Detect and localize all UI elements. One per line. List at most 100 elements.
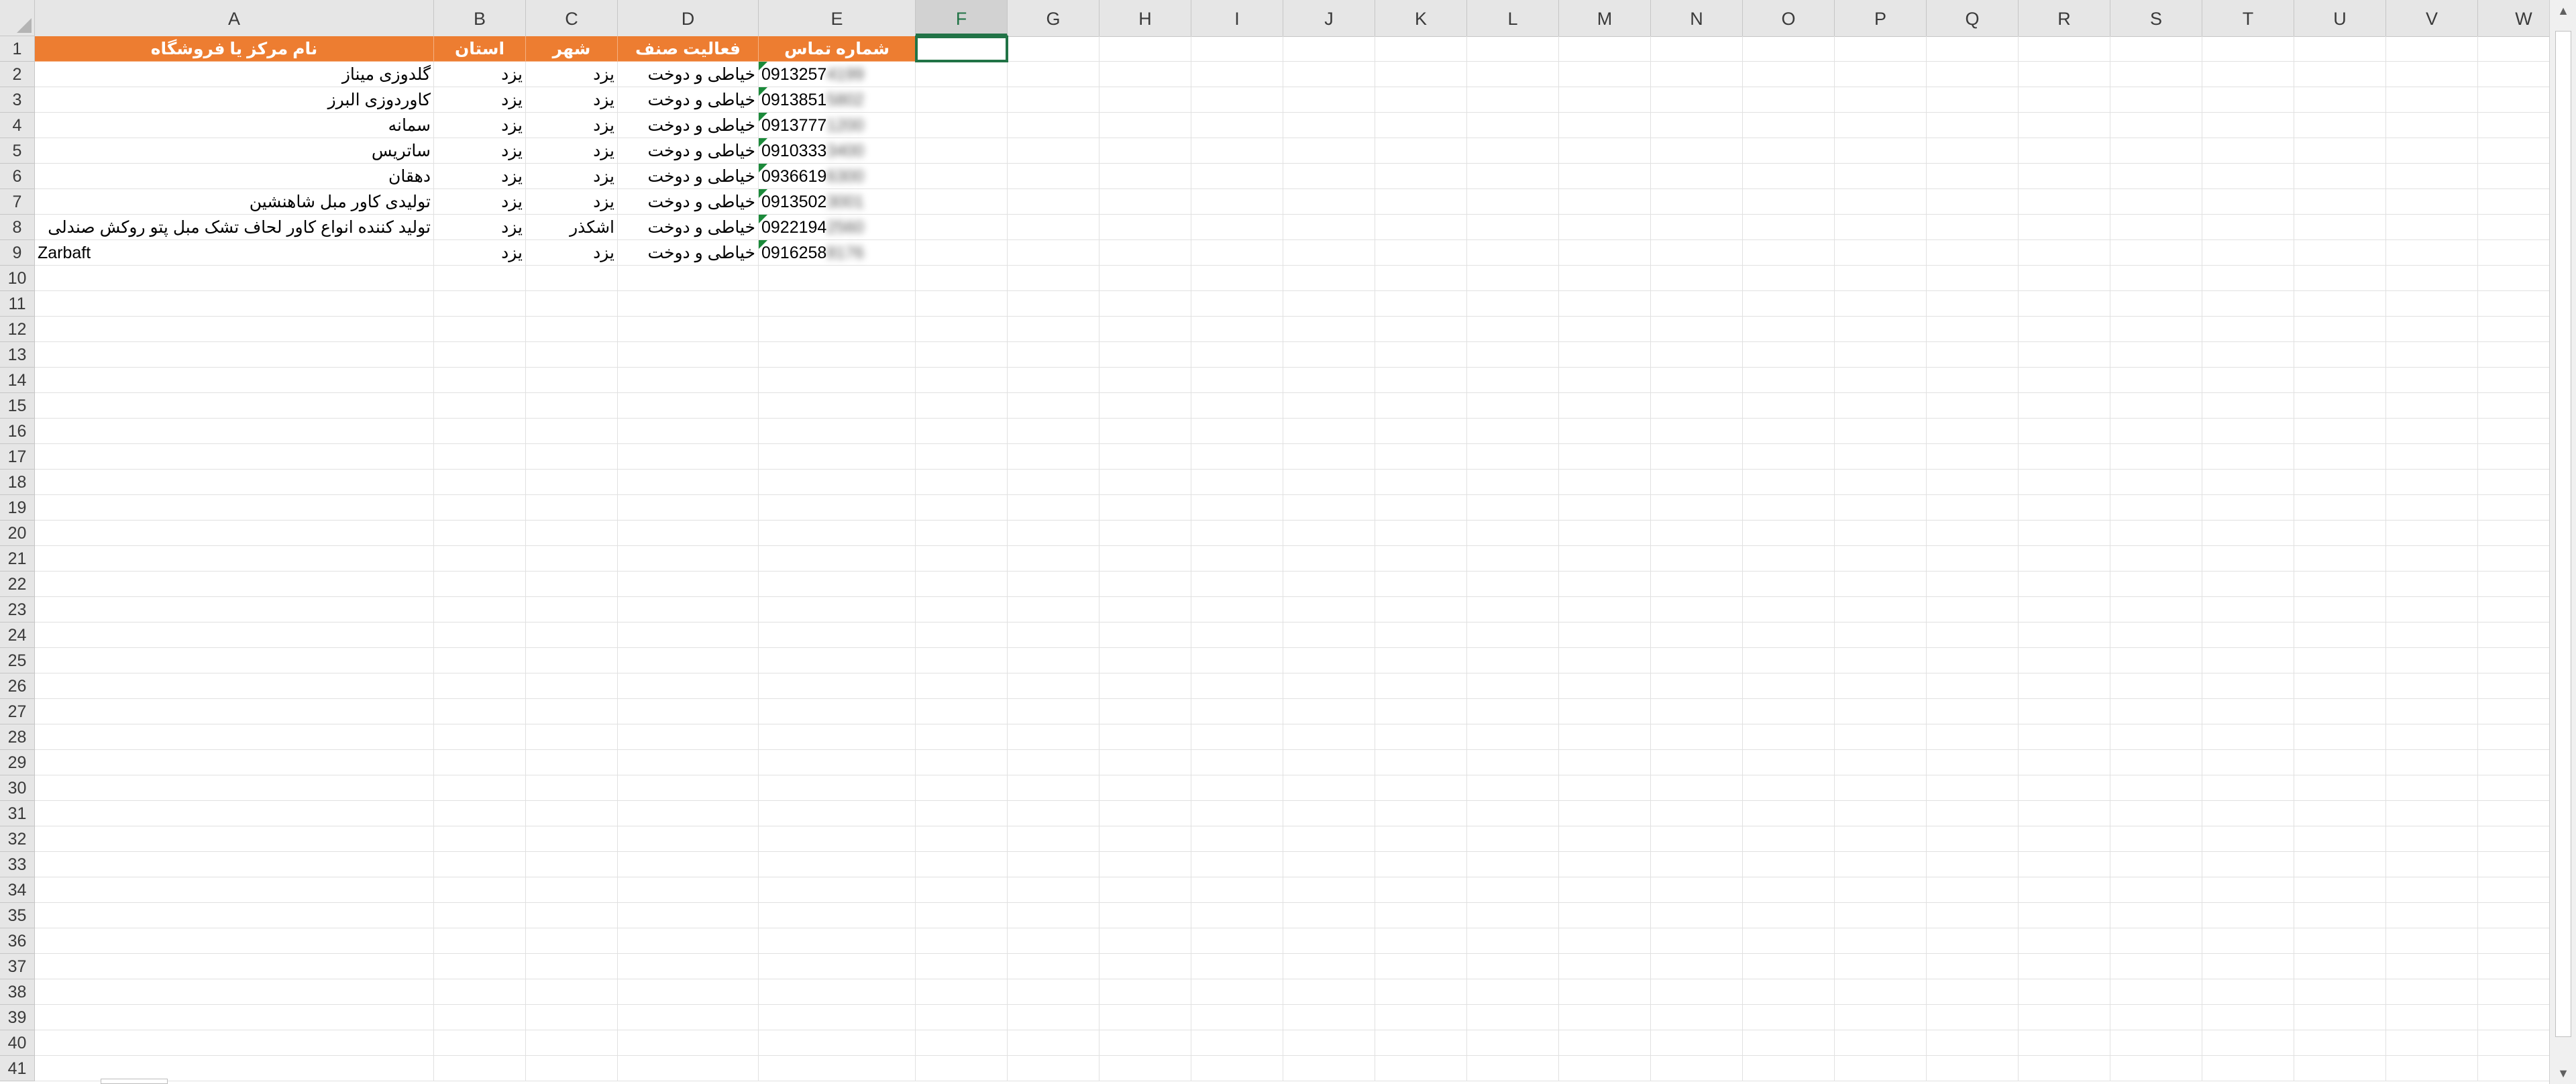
cell-c38[interactable] bbox=[526, 979, 618, 1005]
cell-k26[interactable] bbox=[1375, 673, 1467, 699]
cell-d10[interactable] bbox=[618, 266, 759, 291]
cell-q10[interactable] bbox=[1927, 266, 2019, 291]
cell-e29[interactable] bbox=[759, 750, 916, 775]
cell-e31[interactable] bbox=[759, 801, 916, 826]
cell-f40[interactable] bbox=[916, 1030, 1008, 1056]
cell-c37[interactable] bbox=[526, 954, 618, 979]
cell-t16[interactable] bbox=[2202, 419, 2294, 444]
cell-n6[interactable] bbox=[1651, 164, 1743, 189]
cell-h39[interactable] bbox=[1099, 1005, 1191, 1030]
cell-v17[interactable] bbox=[2386, 444, 2478, 470]
cell-g40[interactable] bbox=[1008, 1030, 1099, 1056]
cell-q29[interactable] bbox=[1927, 750, 2019, 775]
row-header-32[interactable]: 32 bbox=[0, 826, 34, 852]
cell-s26[interactable] bbox=[2110, 673, 2202, 699]
cell-b40[interactable] bbox=[434, 1030, 526, 1056]
cell-g33[interactable] bbox=[1008, 852, 1099, 877]
cell-m13[interactable] bbox=[1559, 342, 1651, 368]
cell-r30[interactable] bbox=[2019, 775, 2110, 801]
cell-d32[interactable] bbox=[618, 826, 759, 852]
cell-l1[interactable] bbox=[1467, 36, 1559, 62]
error-indicator-icon[interactable] bbox=[759, 164, 767, 172]
cell-u29[interactable] bbox=[2294, 750, 2386, 775]
cell-s12[interactable] bbox=[2110, 317, 2202, 342]
cell-w7[interactable] bbox=[2478, 189, 2549, 215]
cell-b35[interactable] bbox=[434, 903, 526, 928]
cell-u35[interactable] bbox=[2294, 903, 2386, 928]
cell-b34[interactable] bbox=[434, 877, 526, 903]
cell-i30[interactable] bbox=[1191, 775, 1283, 801]
cell-p24[interactable] bbox=[1835, 622, 1927, 648]
cell-j35[interactable] bbox=[1283, 903, 1375, 928]
cell-v24[interactable] bbox=[2386, 622, 2478, 648]
cell-b29[interactable] bbox=[434, 750, 526, 775]
cell-v28[interactable] bbox=[2386, 724, 2478, 750]
cell-j7[interactable] bbox=[1283, 189, 1375, 215]
vertical-scroll-thumb[interactable] bbox=[2555, 31, 2571, 1037]
cell-a1[interactable]: نام مرکز یا فروشگاه bbox=[35, 36, 434, 62]
cell-v10[interactable] bbox=[2386, 266, 2478, 291]
cell-u2[interactable] bbox=[2294, 62, 2386, 87]
cell-i25[interactable] bbox=[1191, 648, 1283, 673]
cell-k3[interactable] bbox=[1375, 87, 1467, 113]
cell-j37[interactable] bbox=[1283, 954, 1375, 979]
cell-r37[interactable] bbox=[2019, 954, 2110, 979]
cell-g30[interactable] bbox=[1008, 775, 1099, 801]
cell-k4[interactable] bbox=[1375, 113, 1467, 138]
cell-a21[interactable] bbox=[35, 546, 434, 572]
cell-o18[interactable] bbox=[1743, 470, 1835, 495]
cell-b7[interactable]: یزد bbox=[434, 189, 526, 215]
cell-e28[interactable] bbox=[759, 724, 916, 750]
cell-a17[interactable] bbox=[35, 444, 434, 470]
cell-e14[interactable] bbox=[759, 368, 916, 393]
cell-t37[interactable] bbox=[2202, 954, 2294, 979]
cell-q5[interactable] bbox=[1927, 138, 2019, 164]
cell-h34[interactable] bbox=[1099, 877, 1191, 903]
cell-e10[interactable] bbox=[759, 266, 916, 291]
cell-b8[interactable]: یزد bbox=[434, 215, 526, 240]
cell-g13[interactable] bbox=[1008, 342, 1099, 368]
cell-a24[interactable] bbox=[35, 622, 434, 648]
cell-d28[interactable] bbox=[618, 724, 759, 750]
cell-k20[interactable] bbox=[1375, 521, 1467, 546]
cell-a32[interactable] bbox=[35, 826, 434, 852]
cell-b14[interactable] bbox=[434, 368, 526, 393]
cell-m28[interactable] bbox=[1559, 724, 1651, 750]
cell-u12[interactable] bbox=[2294, 317, 2386, 342]
cell-d37[interactable] bbox=[618, 954, 759, 979]
cell-s29[interactable] bbox=[2110, 750, 2202, 775]
cell-g8[interactable] bbox=[1008, 215, 1099, 240]
cell-v38[interactable] bbox=[2386, 979, 2478, 1005]
cell-p31[interactable] bbox=[1835, 801, 1927, 826]
cell-j27[interactable] bbox=[1283, 699, 1375, 724]
cell-b2[interactable]: یزد bbox=[434, 62, 526, 87]
cell-u1[interactable] bbox=[2294, 36, 2386, 62]
cell-p29[interactable] bbox=[1835, 750, 1927, 775]
cell-a4[interactable]: سمانه bbox=[35, 113, 434, 138]
cell-f35[interactable] bbox=[916, 903, 1008, 928]
cell-s5[interactable] bbox=[2110, 138, 2202, 164]
row-header-13[interactable]: 13 bbox=[0, 342, 34, 368]
cell-h16[interactable] bbox=[1099, 419, 1191, 444]
cell-h14[interactable] bbox=[1099, 368, 1191, 393]
cell-v23[interactable] bbox=[2386, 597, 2478, 622]
cell-s34[interactable] bbox=[2110, 877, 2202, 903]
cell-s31[interactable] bbox=[2110, 801, 2202, 826]
cell-i34[interactable] bbox=[1191, 877, 1283, 903]
cell-u24[interactable] bbox=[2294, 622, 2386, 648]
row-header-33[interactable]: 33 bbox=[0, 852, 34, 877]
cell-v21[interactable] bbox=[2386, 546, 2478, 572]
column-header-g[interactable]: G bbox=[1008, 0, 1099, 36]
cell-r35[interactable] bbox=[2019, 903, 2110, 928]
cell-w26[interactable] bbox=[2478, 673, 2549, 699]
cell-u40[interactable] bbox=[2294, 1030, 2386, 1056]
cell-d35[interactable] bbox=[618, 903, 759, 928]
cell-a5[interactable]: ساتریس bbox=[35, 138, 434, 164]
cell-f6[interactable] bbox=[916, 164, 1008, 189]
cell-w1[interactable] bbox=[2478, 36, 2549, 62]
cell-n32[interactable] bbox=[1651, 826, 1743, 852]
cell-k32[interactable] bbox=[1375, 826, 1467, 852]
cell-g38[interactable] bbox=[1008, 979, 1099, 1005]
cell-h5[interactable] bbox=[1099, 138, 1191, 164]
cell-t23[interactable] bbox=[2202, 597, 2294, 622]
